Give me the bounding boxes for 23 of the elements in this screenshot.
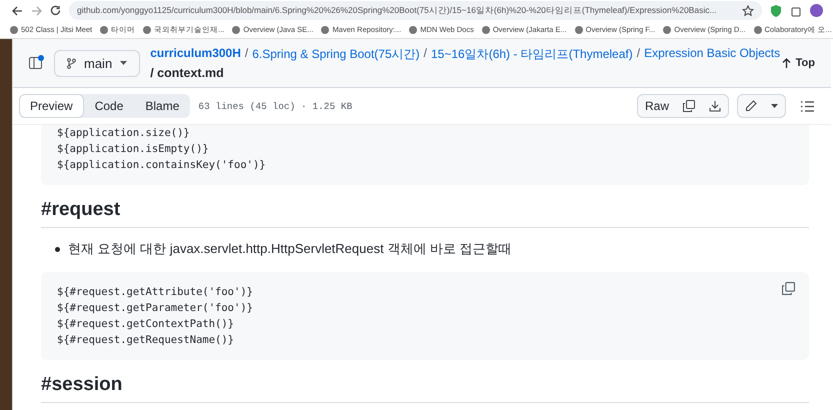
path-separator: / xyxy=(244,46,248,62)
breadcrumb-link[interactable]: 6.Spring & Spring Boot(75시간) xyxy=(252,46,420,63)
breadcrumb-link[interactable]: curriculum300H xyxy=(150,46,241,63)
bullet-text: 현재 요청에 대한 javax.servlet.http.HttpServletRequest 객체에 바로 접근할때 xyxy=(68,240,512,258)
path-separator: / xyxy=(636,46,640,62)
code-line: ${#request.getContextPath()} xyxy=(57,317,234,332)
section-heading: #request xyxy=(41,199,809,228)
address-bar[interactable]: github.com/yonggyo1125/curriculum300H/blob/main/6.Spring%20%26%20Spring%20Boot(75시간)/15~16일차(6h)%20-%20타임리프(Thymeleaf)/Expression%20Basic... xyxy=(69,1,762,20)
code-line: ${#request.getRequestName()} xyxy=(57,333,234,348)
file-name: / context.md xyxy=(150,66,225,80)
code-line: ${application.size()} xyxy=(57,126,190,141)
code-line: ${application.containsKey('foo')} xyxy=(57,158,266,173)
branch-button[interactable]: main xyxy=(54,50,140,76)
code-line: ${#request.getAttribute('foo')} xyxy=(57,285,253,300)
breadcrumb-link[interactable]: 15~16일차(6h) - 타임리프(Thymeleaf) xyxy=(431,46,633,63)
section-heading: #session xyxy=(41,374,809,403)
view-tab[interactable]: Preview xyxy=(19,94,84,118)
view-tab[interactable]: Code xyxy=(84,94,134,118)
code-line: ${#request.getParameter('foo')} xyxy=(57,301,253,316)
file-info: 63 lines (45 loc) · 1.25 KB xyxy=(198,100,352,112)
view-tab[interactable]: Blame xyxy=(134,94,190,118)
code-line: ${application.isEmpty()} xyxy=(57,142,209,157)
path-separator: / xyxy=(424,46,427,62)
